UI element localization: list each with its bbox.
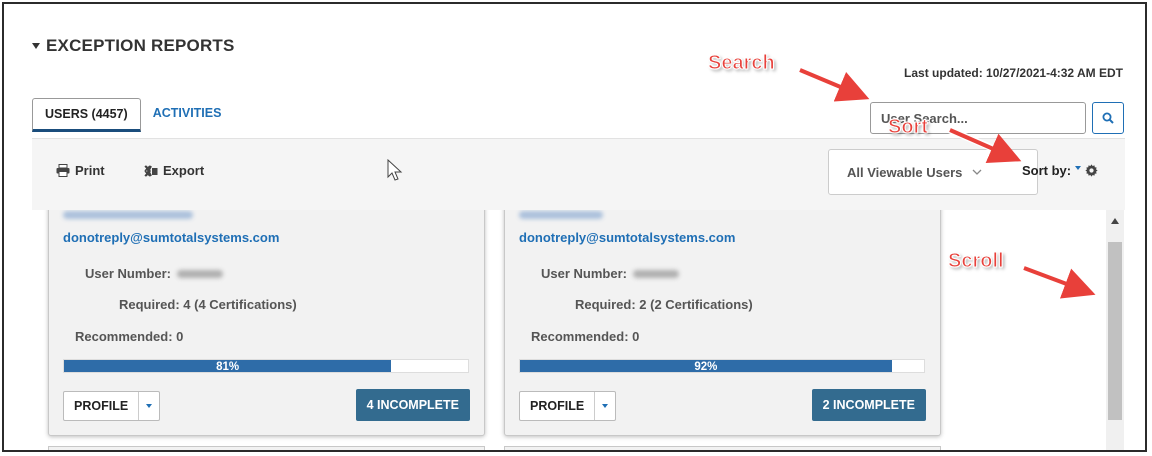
scroll-up-arrow-icon[interactable] xyxy=(1111,218,1119,224)
tab-users[interactable]: USERS (4457) xyxy=(32,98,141,132)
redacted-user-name xyxy=(63,211,193,219)
user-card: donotreply@sumtotalsystems.com User Numb… xyxy=(48,210,485,436)
next-user-card-edge xyxy=(48,446,485,450)
progress-text: 92% xyxy=(694,361,718,373)
vertical-scrollbar[interactable] xyxy=(1106,210,1124,450)
print-button[interactable]: Print xyxy=(56,163,105,178)
profile-button-label[interactable]: PROFILE xyxy=(64,392,140,420)
user-number-row: User Number: xyxy=(541,266,679,281)
search-icon xyxy=(1102,112,1114,124)
export-label: Export xyxy=(163,163,205,178)
tab-bar: USERS (4457) ACTIVITIES xyxy=(32,98,233,132)
user-email-link[interactable]: donotreply@sumtotalsystems.com xyxy=(63,230,279,245)
caret-down-icon xyxy=(602,404,609,408)
scroll-annotation: Scroll xyxy=(948,250,1005,273)
profile-dropdown-toggle[interactable] xyxy=(139,392,159,420)
excel-icon xyxy=(144,164,158,177)
required-count: Required: 2 (2 Certifications) xyxy=(575,297,753,312)
section-title-text: EXCEPTION REPORTS xyxy=(46,36,235,55)
profile-button[interactable]: PROFILE xyxy=(519,391,617,421)
collapse-caret-icon[interactable] xyxy=(32,43,40,49)
tab-activities[interactable]: ACTIVITIES xyxy=(141,98,234,132)
export-button[interactable]: Export xyxy=(144,163,204,178)
redacted-user-name xyxy=(519,211,603,219)
chevron-down-icon xyxy=(972,169,982,175)
sort-control[interactable]: Sort by: xyxy=(1022,163,1098,178)
user-number-label: User Number: xyxy=(541,266,627,281)
progress-bar: 92% xyxy=(519,359,925,373)
section-title[interactable]: EXCEPTION REPORTS xyxy=(32,36,235,56)
user-card-list[interactable]: donotreply@sumtotalsystems.com User Numb… xyxy=(32,210,1125,450)
incomplete-button[interactable]: 4 INCOMPLETE xyxy=(355,389,470,421)
progress-bar: 81% xyxy=(63,359,469,373)
recommended-count: Recommended: 0 xyxy=(75,329,184,344)
viewable-users-value: All Viewable Users xyxy=(847,164,963,180)
sort-label: Sort by: xyxy=(1022,163,1072,178)
viewable-users-select[interactable]: All Viewable Users xyxy=(828,149,1038,195)
profile-dropdown-toggle[interactable] xyxy=(595,392,615,420)
gear-icon[interactable] xyxy=(1085,164,1098,177)
printer-icon xyxy=(56,164,70,177)
user-email-link[interactable]: donotreply@sumtotalsystems.com xyxy=(519,230,735,245)
sort-annotation: Sort xyxy=(888,116,929,139)
last-updated-text: Last updated: 10/27/2021-4:32 AM EDT xyxy=(904,66,1123,80)
user-card: donotreply@sumtotalsystems.com User Numb… xyxy=(504,210,941,436)
recommended-count: Recommended: 0 xyxy=(531,329,640,344)
redacted-user-number xyxy=(632,269,679,278)
caret-down-icon xyxy=(146,404,153,408)
user-number-label: User Number: xyxy=(85,266,171,281)
next-user-card-edge xyxy=(504,446,941,450)
scroll-thumb[interactable] xyxy=(1108,242,1122,420)
required-count: Required: 4 (4 Certifications) xyxy=(119,297,297,312)
search-annotation: Search xyxy=(708,52,776,75)
progress-text: 81% xyxy=(216,361,240,373)
search-button[interactable] xyxy=(1092,102,1124,134)
print-label: Print xyxy=(75,163,105,178)
mouse-pointer-icon xyxy=(387,159,403,181)
toolbar: Print Export All Viewable Users Sort by: xyxy=(32,138,1125,210)
redacted-user-number xyxy=(176,269,223,278)
sort-caret-icon xyxy=(1075,165,1082,170)
user-number-row: User Number: xyxy=(85,266,223,281)
exception-reports-panel: EXCEPTION REPORTS Last updated: 10/27/20… xyxy=(2,2,1147,452)
incomplete-button[interactable]: 2 INCOMPLETE xyxy=(811,389,926,421)
profile-button-label[interactable]: PROFILE xyxy=(520,392,596,420)
profile-button[interactable]: PROFILE xyxy=(63,391,161,421)
